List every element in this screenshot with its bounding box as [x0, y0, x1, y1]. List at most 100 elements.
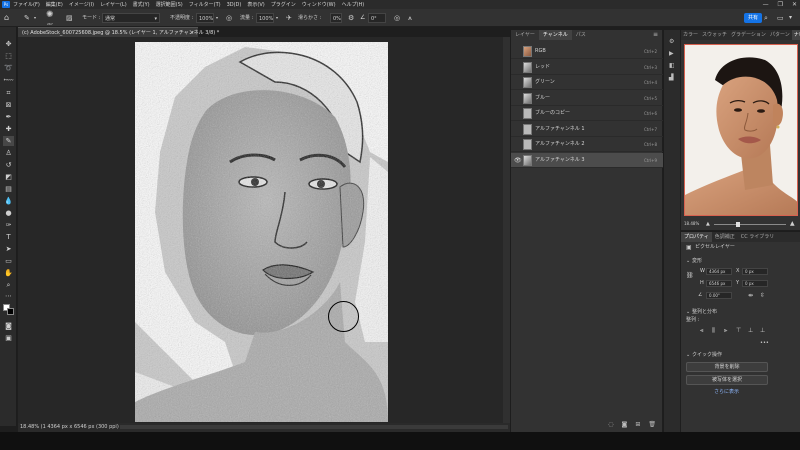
channel-row[interactable]: RGB Ctrl+2 [511, 44, 663, 59]
lasso-tool-icon[interactable]: ➰ [3, 63, 14, 73]
chevron-down-icon[interactable]: ▾ [34, 13, 36, 23]
horizontal-scrollbar[interactable] [120, 425, 508, 429]
channel-row[interactable]: ブルーのコピー Ctrl+6 [511, 106, 663, 121]
menu-plugins[interactable]: プラグイン [271, 1, 296, 8]
align-center-icon[interactable]: ⫼ [712, 327, 715, 334]
brush-settings-icon[interactable]: ▨ [66, 13, 73, 23]
gear-icon[interactable]: ⚙ [348, 13, 354, 23]
menu-help[interactable]: ヘルプ(H) [342, 1, 365, 8]
channel-row[interactable]: ブルー Ctrl+5 [511, 91, 663, 106]
tab-navigator[interactable]: ナビゲーター [791, 30, 800, 40]
menu-3d[interactable]: 3D(D) [227, 2, 242, 8]
dodge-tool-icon[interactable]: ● [3, 208, 14, 218]
gradient-tool-icon[interactable]: ▤ [3, 184, 14, 194]
close-window-button[interactable]: ✕ [792, 0, 797, 9]
share-button[interactable]: 共有 [744, 13, 762, 23]
marquee-tool-icon[interactable]: ⬚ [3, 51, 14, 61]
save-selection-icon[interactable]: ◙ [622, 421, 628, 428]
menu-file[interactable]: ファイル(F) [13, 1, 40, 8]
visibility-eye-icon[interactable]: 👁 [514, 157, 522, 164]
brush-tool-icon[interactable]: ✎ [3, 136, 14, 146]
pressure-size-icon[interactable]: ◎ [394, 13, 400, 23]
vertical-scrollbar[interactable] [503, 37, 510, 423]
opacity-input[interactable]: 100% [196, 13, 214, 23]
quick-mask-icon[interactable]: ◙ [3, 321, 14, 331]
tab-swatches[interactable]: スウォッチ [700, 30, 729, 40]
zoom-slider-handle[interactable] [736, 222, 740, 227]
tab-layers[interactable]: レイヤー [511, 30, 539, 40]
link-icon[interactable]: ⛓ [686, 272, 694, 279]
screen-mode-icon[interactable]: ▣ [3, 333, 14, 343]
tab-adjustments[interactable]: 色調補正 [712, 232, 738, 242]
height-input[interactable]: 6546 px [706, 280, 732, 287]
x-input[interactable]: 0 px [742, 268, 768, 275]
frame-tool-icon[interactable]: ⊠ [3, 100, 14, 110]
navigator-preview[interactable] [684, 44, 798, 216]
clone-stamp-tool-icon[interactable]: ♙ [3, 148, 14, 158]
minimize-button[interactable]: — [763, 0, 769, 9]
tab-patterns[interactable]: パターン [768, 30, 792, 40]
tab-color[interactable]: カラー [681, 30, 700, 40]
document-tab[interactable]: (c) AdobeStock_600725608.jpeg @ 18.5% (レ… [18, 27, 219, 37]
menu-filter[interactable]: フィルター(T) [189, 1, 221, 8]
load-selection-icon[interactable]: ◌ [608, 421, 613, 428]
align-right-icon[interactable]: ⫸ [724, 327, 727, 334]
pressure-opacity-icon[interactable]: ◎ [226, 13, 232, 23]
eyedropper-tool-icon[interactable]: ✒ [3, 112, 14, 122]
healing-brush-tool-icon[interactable]: ✚ [3, 124, 14, 134]
zoom-tool-icon[interactable]: ⌕ [3, 280, 14, 290]
align-left-icon[interactable]: ⫷ [700, 327, 703, 334]
flip-vertical-icon[interactable]: ⇳ [760, 292, 765, 299]
chevron-down-icon[interactable]: ⌄ [686, 352, 690, 359]
object-select-tool-icon[interactable]: ⬳ [3, 75, 14, 85]
more-tools-icon[interactable]: ⋯ [3, 291, 14, 301]
align-top-icon[interactable]: ⊤ [736, 327, 741, 334]
path-select-tool-icon[interactable]: ➤ [3, 244, 14, 254]
search-icon[interactable]: ⌕ [764, 13, 768, 23]
menu-layer[interactable]: レイヤー(L) [100, 1, 127, 8]
more-options-dots[interactable]: ••• [760, 340, 769, 347]
channel-row[interactable]: アルファチャンネル 2 Ctrl+8 [511, 137, 663, 152]
tab-cc-libraries[interactable]: CC ライブラリ [738, 232, 778, 242]
move-tool-icon[interactable]: ✥ [3, 39, 14, 49]
channel-row[interactable]: レッド Ctrl+3 [511, 60, 663, 75]
chevron-down-icon[interactable]: ▾ [276, 13, 278, 23]
chevron-down-icon[interactable]: ▾ [216, 13, 218, 23]
tab-channels[interactable]: チャンネル [538, 30, 572, 40]
airbrush-icon[interactable]: ✈ [286, 13, 292, 23]
background-color-swatch[interactable] [7, 308, 14, 315]
menu-edit[interactable]: 編集(E) [46, 1, 63, 8]
tab-properties[interactable]: プロパティ [681, 232, 712, 242]
eraser-tool-icon[interactable]: ◩ [3, 172, 14, 182]
channel-row[interactable]: グリーン Ctrl+4 [511, 75, 663, 90]
actions-play-icon[interactable]: ▶ [669, 50, 674, 57]
angle-input[interactable]: 0° [368, 13, 386, 23]
menu-window[interactable]: ウィンドウ(W) [302, 1, 336, 8]
blur-tool-icon[interactable]: 💧 [3, 196, 14, 206]
type-tool-icon[interactable]: T [3, 232, 14, 242]
workspace-icon[interactable]: ▭ [777, 13, 784, 23]
tab-paths[interactable]: パス [572, 30, 590, 40]
chevron-down-icon[interactable]: ⌄ [686, 309, 690, 316]
select-subject-button[interactable]: 被写体を選択 [686, 375, 768, 385]
pen-tool-icon[interactable]: ✑ [3, 220, 14, 230]
flow-input[interactable]: 100% [256, 13, 274, 23]
history-brush-tool-icon[interactable]: ↺ [3, 160, 14, 170]
menu-select[interactable]: 選択範囲(S) [156, 1, 183, 8]
rectangle-tool-icon[interactable]: ▭ [3, 256, 14, 266]
adjustments-icon[interactable]: ◧ [669, 62, 675, 69]
channel-row[interactable]: 👁 アルファチャンネル 3 Ctrl+9 [511, 152, 663, 168]
align-bottom-icon[interactable]: ⊥ [760, 327, 765, 334]
new-channel-icon[interactable]: ⊞ [635, 421, 640, 428]
maximize-button[interactable]: ❐ [778, 0, 783, 9]
brush-tool-icon[interactable]: ✎ [24, 13, 30, 23]
menu-image[interactable]: イメージ(I) [69, 1, 94, 8]
channel-row[interactable]: アルファチャンネル 1 Ctrl+7 [511, 122, 663, 137]
delete-channel-icon[interactable]: 🗑 [648, 421, 656, 428]
panel-menu-icon[interactable]: ≡ [653, 31, 658, 38]
home-icon[interactable]: ⌂ [4, 13, 9, 23]
history-icon[interactable]: ⚙ [669, 38, 674, 45]
show-more-link[interactable]: さらに表示 [714, 389, 739, 396]
menu-view[interactable]: 表示(V) [247, 1, 264, 8]
zoom-in-icon[interactable]: ▲ [790, 220, 795, 228]
